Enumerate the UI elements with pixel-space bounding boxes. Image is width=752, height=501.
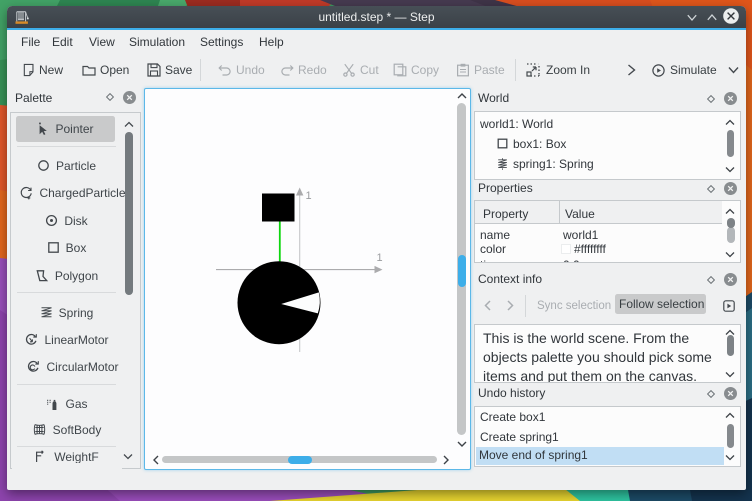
svg-text:1: 1 — [306, 190, 312, 202]
svg-text:1: 1 — [377, 252, 383, 264]
